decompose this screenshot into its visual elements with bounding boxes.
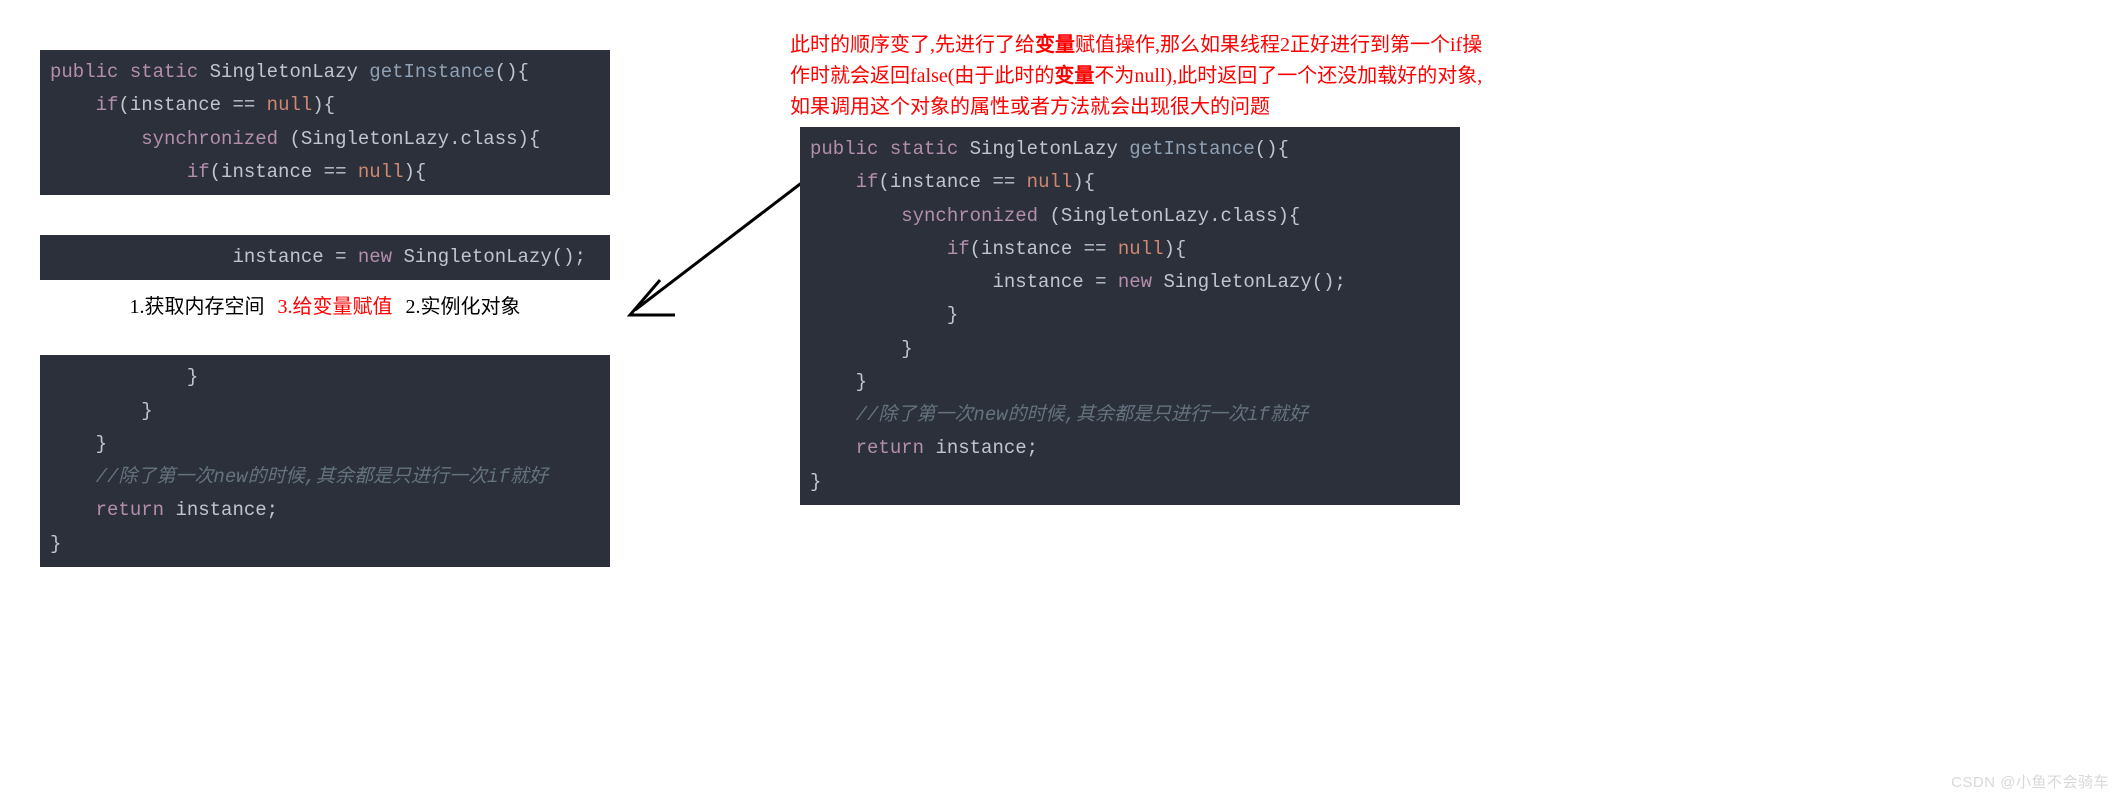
reorder-steps: 1.获取内存空间 3.给变量赋值 2.实例化对象: [40, 290, 610, 319]
left-column: public static SingletonLazy getInstance(…: [40, 50, 610, 567]
step-2-label: 2.实例化对象: [406, 296, 521, 318]
left-code-block-1: public static SingletonLazy getInstance(…: [40, 50, 610, 195]
step-3-label-red: 3.给变量赋值: [278, 296, 393, 318]
left-code-block-2: instance = new SingletonLazy();: [40, 235, 610, 280]
right-code-block: public static SingletonLazy getInstance(…: [800, 127, 1460, 505]
watermark-text: CSDN @小鱼不会骑车: [1951, 771, 2109, 792]
right-column: 此时的顺序变了,先进行了给变量赋值操作,那么如果线程2正好进行到第一个if操作时…: [790, 30, 1490, 505]
left-code-block-3: } } } //除了第一次new的时候,其余都是只进行一次if就好 return…: [40, 355, 610, 567]
right-annotation-text: 此时的顺序变了,先进行了给变量赋值操作,那么如果线程2正好进行到第一个if操作时…: [790, 30, 1490, 123]
step-1-label: 1.获取内存空间: [130, 296, 265, 318]
